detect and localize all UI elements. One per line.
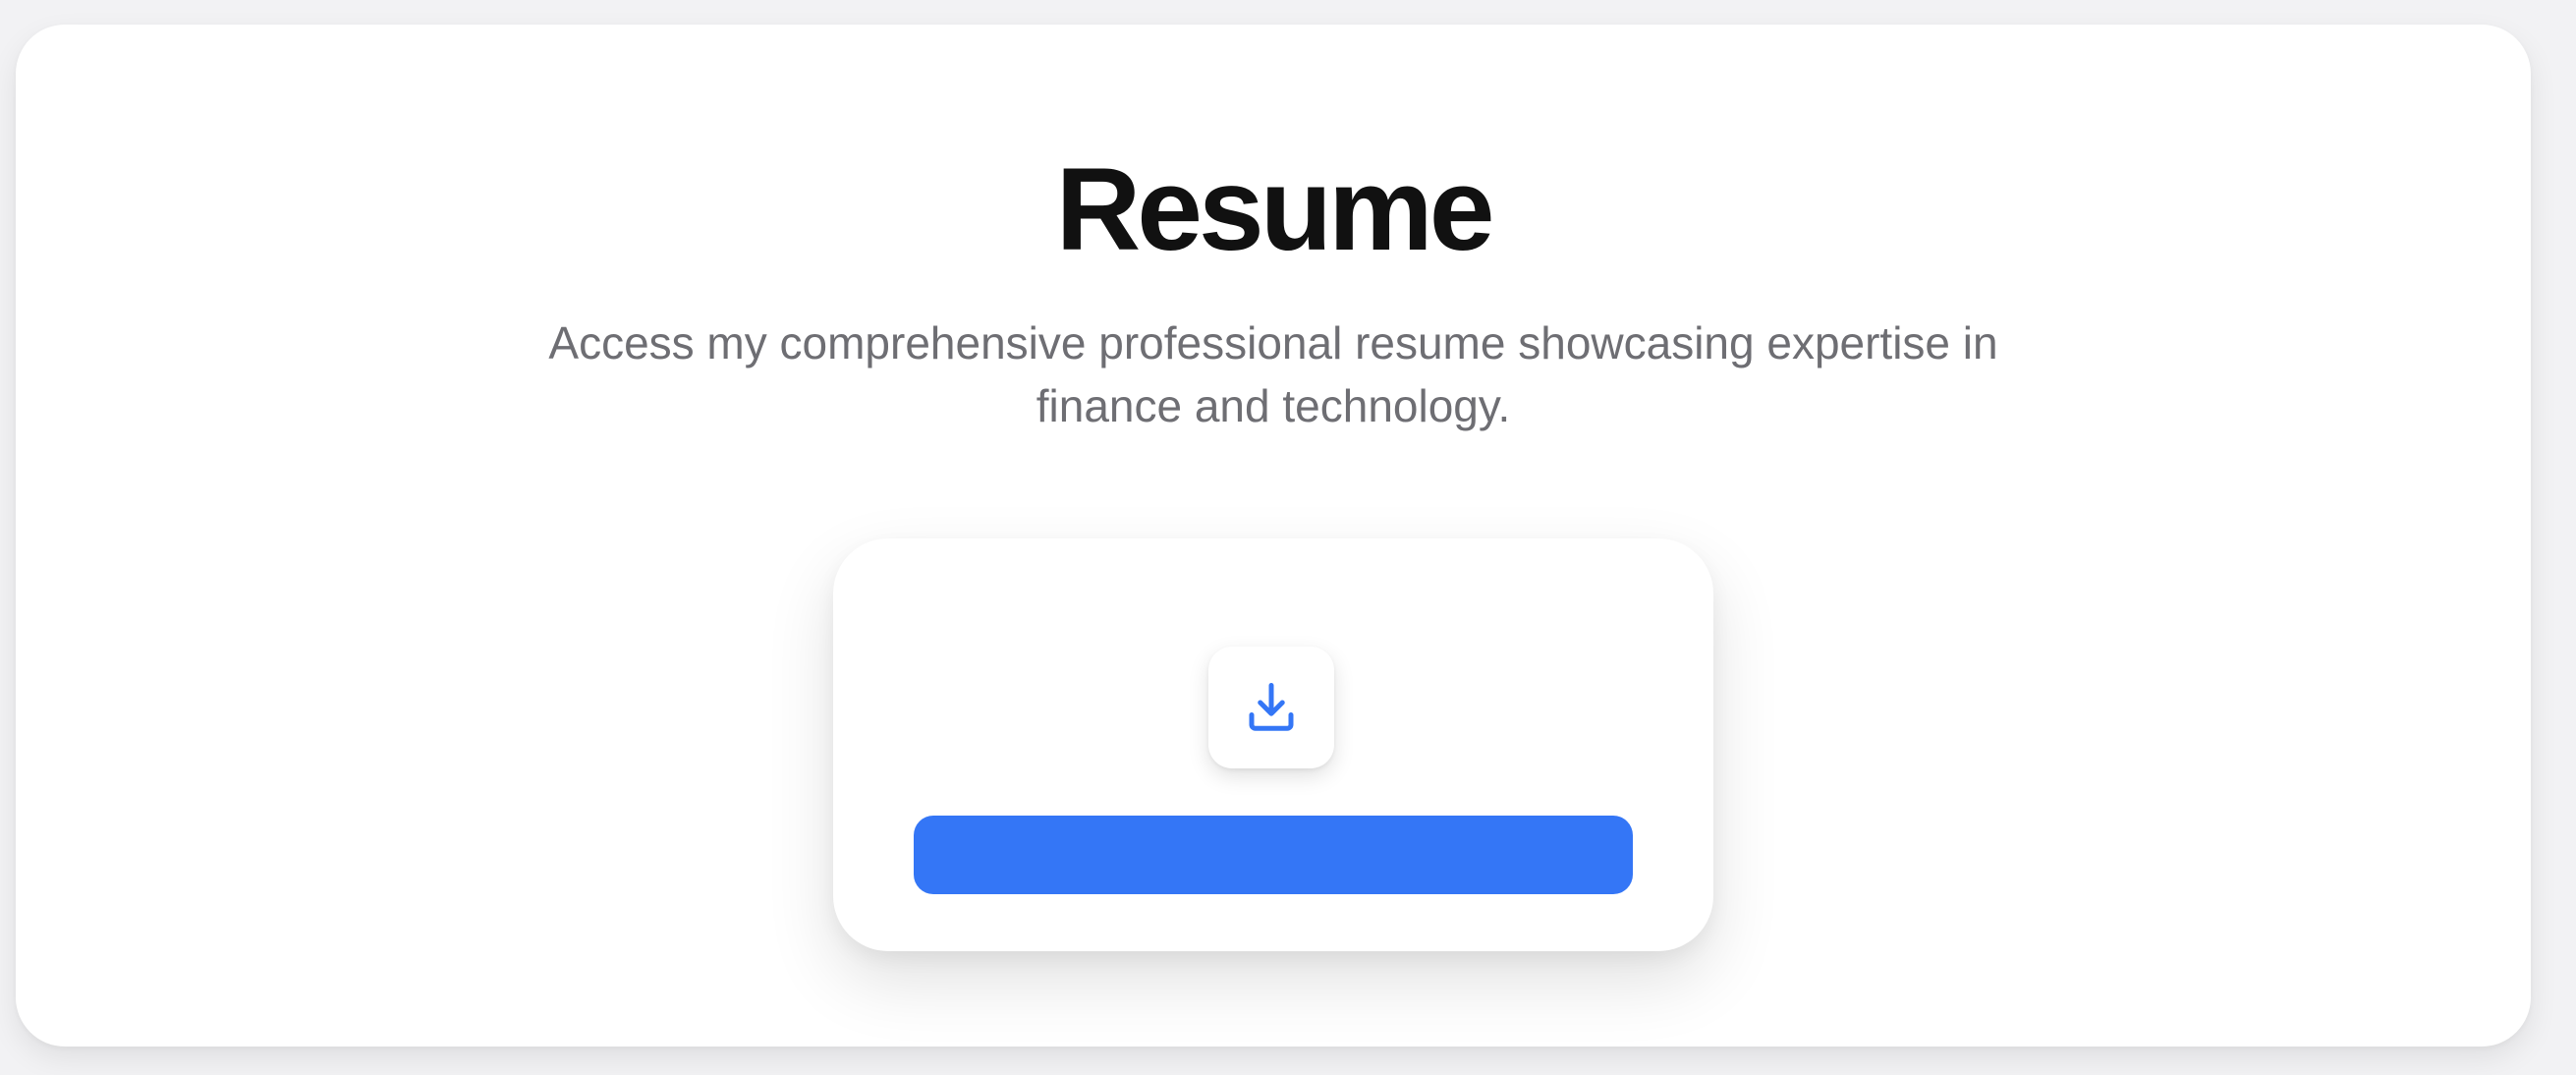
download-icon-tile — [1208, 647, 1334, 768]
page-title: Resume — [1055, 143, 1495, 275]
download-icon — [1249, 683, 1294, 731]
resume-section-card: Resume Access my comprehensive professio… — [16, 25, 2531, 1047]
page-subtitle: Access my comprehensive professional res… — [548, 317, 1998, 431]
resume-download-card — [833, 538, 1713, 951]
download-resume-button[interactable] — [914, 816, 1633, 894]
